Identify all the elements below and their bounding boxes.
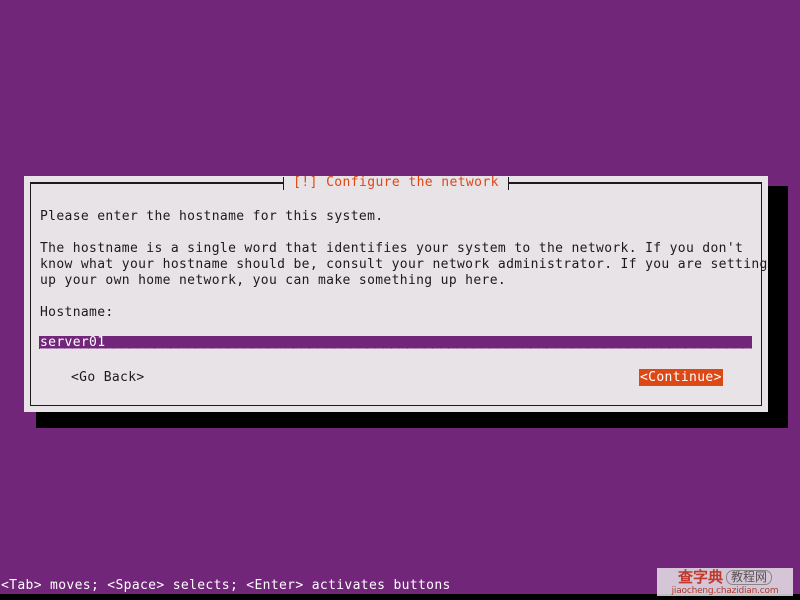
watermark-main-text: 查字典 — [677, 568, 723, 586]
description-text: The hostname is a single word that ident… — [40, 241, 768, 288]
status-bar-text: <Tab> moves; <Space> selects; <Enter> ac… — [1, 578, 451, 593]
watermark-url: jiaocheng.chazidian.com — [671, 585, 779, 596]
go-back-button[interactable]: <Go Back> — [71, 370, 145, 385]
watermark-sub-text: 教程网 — [726, 569, 773, 585]
hostname-input-value: server01 — [40, 335, 106, 350]
hostname-label: Hostname: — [40, 305, 114, 320]
installer-screen: [!] Configure the network Please enter t… — [0, 0, 800, 600]
hostname-input-filler: ________________________________________… — [40, 336, 752, 349]
watermark: 查字典 教程网 jiaocheng.chazidian.com — [657, 568, 793, 596]
intro-text: Please enter the hostname for this syste… — [40, 209, 384, 224]
continue-button[interactable]: <Continue> — [639, 369, 723, 386]
watermark-logo: 查字典 教程网 — [677, 568, 773, 586]
hostname-input[interactable]: ________________________________________… — [39, 336, 752, 351]
